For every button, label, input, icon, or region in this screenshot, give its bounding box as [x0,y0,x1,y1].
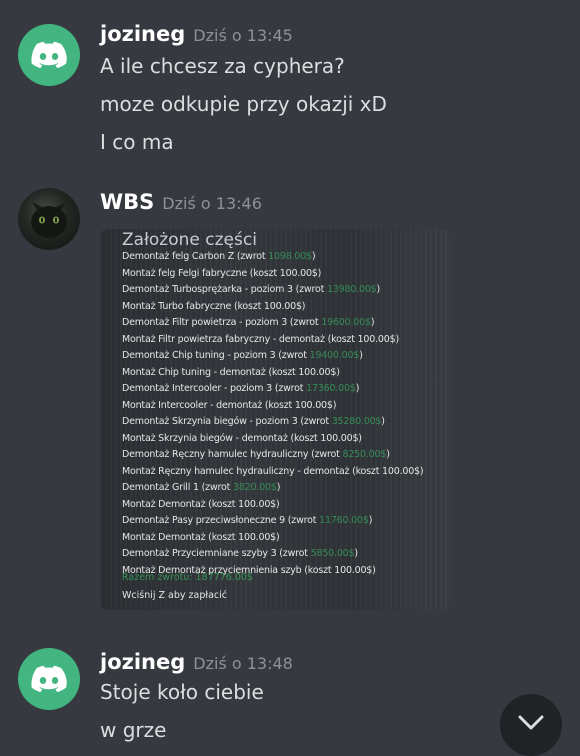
part-row-tail: ) [355,383,360,394]
part-row: Montaż Skrzynia biegów - demontaż (koszt… [122,431,423,448]
part-row: Montaż Ręczny hamulec hydrauliczny - dem… [122,464,424,481]
part-row: Demontaż Ręczny hamulec hydrauliczny (zw… [122,447,423,464]
part-row-tail: ) [370,317,375,328]
dragon-avatar[interactable] [18,188,80,250]
part-row-text: Demontaż Ręczny hamulec hydrauliczny (zw… [122,449,343,460]
part-row: Montaż Turbo fabryczne (koszt 100.00$) [122,299,423,316]
part-row-tail: ) [368,515,373,526]
part-row: Montaż Demontaż (koszt 100.00$) [122,530,423,547]
message-text: w grze [100,718,167,742]
attached-screenshot[interactable]: Założone części Demontaż felg Carbon Z (… [100,229,450,610]
part-row: Montaż Chip tuning - demontaż (koszt 100… [122,365,423,382]
username[interactable]: WBS [100,190,154,214]
part-row: Demontaż Filtr powietrza - poziom 3 (zwr… [122,315,423,332]
part-row-refund: 11760.00$ [319,515,369,526]
part-row-text: Montaż Skrzynia biegów - demontaż (koszt… [122,432,362,444]
part-row-refund: 5850.00$ [310,548,355,559]
part-row: Demontaż Przyciemniane szyby 3 (zwrot 58… [122,546,423,563]
timestamp: Dziś o 13:45 [193,26,293,45]
part-row-refund: 19400.00$ [309,350,360,361]
pay-hint: Wciśnij Z aby zapłacić [122,590,227,601]
part-row-refund: 3820.00$ [233,482,277,493]
message-text: I co ma [100,130,174,154]
message-header: WBS Dziś o 13:46 [100,190,262,214]
parts-list: Demontaż felg Carbon Z (zwrot 1098.00$) M… [122,249,424,579]
part-row-refund: 19600.00$ [321,317,371,328]
part-row-refund: 17360.00$ [306,383,356,394]
parts-title: Założone części [122,230,257,250]
part-row-tail: ) [386,449,390,460]
timestamp: Dziś o 13:46 [162,194,262,213]
discord-logo-icon[interactable] [18,648,80,710]
part-row-refund: 8250.00$ [342,449,387,460]
part-row-refund: 1098.00$ [268,251,312,262]
message-header: jozineg Dziś o 13:45 [100,22,293,46]
message-text: A ile chcesz za cyphera? [100,54,345,78]
part-row-text: Montaż Demontaż (koszt 100.00$) [122,498,280,510]
part-row-tail: ) [311,251,316,262]
part-row-text: Montaż Filtr powietrza fabryczny - demon… [122,333,399,345]
part-row-text: Demontaż Filtr powietrza - poziom 3 (zwr… [122,317,322,328]
part-row-text: Demontaż Przyciemniane szyby 3 (zwrot [122,548,311,559]
part-row: Demontaż Intercooler - poziom 3 (zwrot 1… [122,381,423,398]
part-row-tail: ) [354,548,358,559]
part-row-text: Montaż Turbo fabryczne (koszt 100.00$) [122,300,306,312]
part-row: Demontaż Chip tuning - poziom 3 (zwrot 1… [122,348,423,365]
part-row: Montaż Filtr powietrza fabryczny - demon… [122,332,423,349]
message-text: Stoje koło ciebie [100,680,264,704]
message-header: jozineg Dziś o 13:48 [100,650,293,674]
part-row-text: Montaż Demontaż (koszt 100.00$) [122,531,280,543]
scroll-to-bottom-button[interactable] [500,694,562,756]
part-row-text: Montaż Ręczny hamulec hydrauliczny - dem… [122,465,424,477]
part-row: Demontaż Turbosprężarka - poziom 3 (zwro… [122,282,423,299]
part-row-text: Demontaż felg Carbon Z (zwrot [122,251,269,262]
part-row: Demontaż Grill 1 (zwrot 3820.00$) [122,480,423,497]
part-row-tail: ) [359,350,363,361]
part-row-tail: ) [276,482,281,493]
part-row-text: Demontaż Skrzynia biegów - poziom 3 (zwr… [122,416,332,427]
total-refund: Razem zwrotu: 187776.00$ [122,572,253,583]
part-row-text: Demontaż Turbosprężarka - poziom 3 (zwro… [122,284,327,295]
part-row-refund: 13980.00$ [326,284,377,295]
chevron-down-icon [518,715,544,730]
part-row: Demontaż Pasy przeciwsłoneczne 9 (zwrot … [122,513,423,530]
username[interactable]: jozineg [100,22,185,46]
part-row-text: Demontaż Grill 1 (zwrot [122,482,233,493]
part-row: Montaż felg Felgi fabryczne (koszt 100.0… [122,266,423,283]
part-row: Montaż Demontaż (koszt 100.00$) [122,497,423,514]
part-row-text: Demontaż Intercooler - poziom 3 (zwrot [122,383,307,394]
message-text: moze odkupie przy okazji xD [100,92,387,116]
timestamp: Dziś o 13:48 [193,654,293,673]
part-row-text: Montaż Chip tuning - demontaż (koszt 100… [122,366,340,378]
part-row: Demontaż Skrzynia biegów - poziom 3 (zwr… [122,414,423,431]
discord-logo-icon[interactable] [18,24,80,86]
part-row-refund: 35280.00$ [331,416,382,427]
part-row-text: Demontaż Chip tuning - poziom 3 (zwrot [122,350,310,361]
part-row-text: Montaż felg Felgi fabryczne (koszt 100.0… [122,267,322,279]
part-row-tail: ) [381,416,385,427]
part-row-text: Demontaż Pasy przeciwsłoneczne 9 (zwrot [122,515,320,526]
part-row-tail: ) [376,284,381,295]
part-row: Montaż Intercooler - demontaż (koszt 100… [122,398,423,415]
part-row-text: Montaż Intercooler - demontaż (koszt 100… [122,399,337,411]
username[interactable]: jozineg [100,650,185,674]
part-row: Demontaż felg Carbon Z (zwrot 1098.00$) [122,249,423,266]
